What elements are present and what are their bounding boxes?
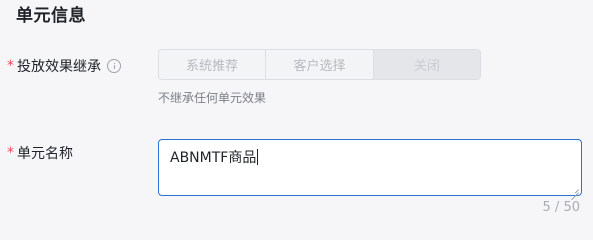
unit-name-label-row: * 单元名称 — [7, 143, 73, 163]
unit-info-panel: 单元信息 * 投放效果继承 系统推荐 客户选择 关闭 不继承任何单元效果 * 单… — [0, 0, 593, 221]
unit-name-value: ABNMTF商品 — [170, 150, 257, 166]
required-mark: * — [7, 145, 14, 161]
resize-handle-icon[interactable] — [571, 185, 579, 193]
unit-name-label: 单元名称 — [17, 146, 73, 162]
text-caret — [257, 149, 259, 165]
character-counter: 5 / 50 — [542, 200, 580, 215]
info-circle-icon[interactable] — [107, 59, 121, 73]
required-mark: * — [7, 58, 14, 74]
effect-inherit-help-text: 不继承任何单元效果 — [158, 91, 267, 105]
unit-name-value-line: ABNMTF商品 — [170, 147, 259, 167]
segment-customer-choice[interactable]: 客户选择 — [266, 50, 374, 79]
unit-name-textarea[interactable]: ABNMTF商品 — [158, 139, 582, 196]
segment-off[interactable]: 关闭 — [373, 50, 480, 79]
section-title: 单元信息 — [16, 6, 86, 26]
effect-inherit-label-row: * 投放效果继承 — [7, 56, 121, 76]
effect-inherit-segmented-control[interactable]: 系统推荐 客户选择 关闭 — [158, 49, 481, 80]
segment-system-recommend[interactable]: 系统推荐 — [159, 50, 267, 79]
effect-inherit-label: 投放效果继承 — [17, 59, 101, 75]
